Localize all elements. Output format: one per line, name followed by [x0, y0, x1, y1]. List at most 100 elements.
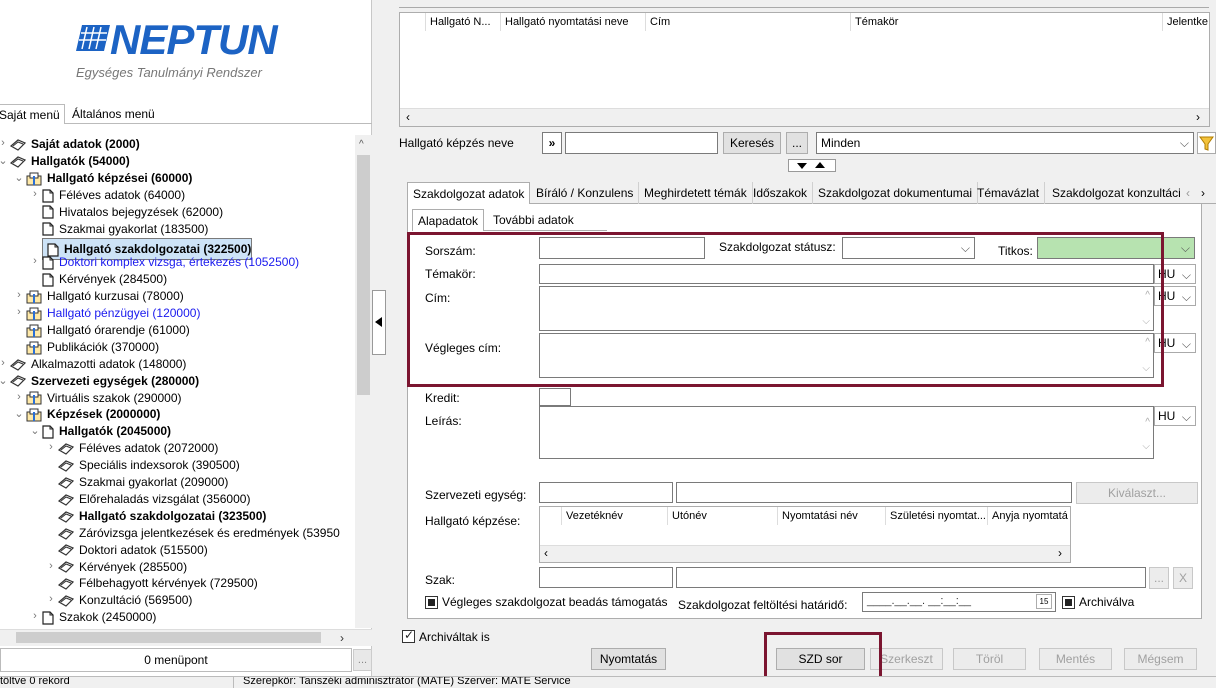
- description-lang-select[interactable]: HU ⌵: [1154, 406, 1196, 426]
- tree-item[interactable]: Szakmai gyakorlat (183500): [42, 222, 208, 237]
- scroll-left-icon[interactable]: ‹: [406, 110, 410, 124]
- search-dots-button[interactable]: ...: [786, 132, 808, 154]
- show-archived-checkbox[interactable]: [402, 628, 415, 643]
- tab-announced-topics[interactable]: Meghirdetett témák: [639, 182, 753, 204]
- collapse-chevron-icon[interactable]: ›: [30, 255, 40, 267]
- tab-outline[interactable]: Témavázlat: [972, 182, 1046, 204]
- scroll-right-icon[interactable]: ›: [1196, 110, 1200, 124]
- tree-item[interactable]: Előrehaladás vizsgálat (356000): [58, 492, 250, 507]
- subtab-basic-data[interactable]: Alapadatok: [412, 209, 485, 231]
- archived-checkbox[interactable]: [1062, 596, 1075, 609]
- tree-scroll-thumb[interactable]: [357, 155, 370, 395]
- calendar-icon[interactable]: 15: [1036, 594, 1052, 609]
- collapse-chevron-icon[interactable]: ›: [0, 357, 8, 369]
- tree-item[interactable]: Hallgató szakdolgozatai (323500): [58, 509, 266, 524]
- org-unit-code-input[interactable]: [539, 482, 673, 503]
- org-unit-name-input[interactable]: [676, 482, 1072, 503]
- delete-button[interactable]: Töröl: [953, 648, 1026, 670]
- tree-item[interactable]: Félbehagyott kérvények (729500): [58, 576, 258, 591]
- tree-item[interactable]: Féléves adatok (2072000): [58, 441, 218, 456]
- collapse-chevron-icon[interactable]: ›: [30, 188, 40, 200]
- tab-own-menu[interactable]: Saját menü: [0, 104, 65, 124]
- tab-thesis-data[interactable]: Szakdolgozat adatok: [407, 182, 531, 204]
- grid-hscrollbar[interactable]: ‹ ›: [400, 108, 1209, 126]
- collapse-chevron-icon[interactable]: ›: [46, 560, 56, 572]
- tree-item[interactable]: Szakok (2450000): [42, 610, 156, 625]
- tree-item[interactable]: Alkalmazotti adatok (148000): [10, 357, 186, 372]
- cancel-button[interactable]: Mégsem: [1124, 648, 1197, 670]
- tree-item[interactable]: Doktori komplex vizsga, értekezés (10525…: [42, 255, 299, 270]
- tab-scroll-left-icon[interactable]: ‹: [1186, 186, 1190, 200]
- tree-item[interactable]: Hallgató kurzusai (78000): [26, 289, 184, 304]
- collapse-toggle[interactable]: [788, 159, 836, 172]
- grid-header-topic[interactable]: Témakör: [851, 13, 1163, 31]
- save-button[interactable]: Mentés: [1039, 648, 1112, 670]
- select-button[interactable]: Kiválaszt...: [1076, 482, 1198, 504]
- tree-item[interactable]: Féléves adatok (64000): [42, 188, 185, 203]
- tree-item[interactable]: Speciális indexsorok (390500): [58, 458, 240, 473]
- filter-select[interactable]: Minden ⌵: [816, 132, 1194, 154]
- expand-chevron-icon[interactable]: ⌄: [14, 407, 24, 420]
- major-name-input[interactable]: [676, 567, 1146, 588]
- grid-header-student-n[interactable]: Hallgató N...: [426, 13, 501, 31]
- tab-scroll-right-icon[interactable]: ›: [1201, 186, 1205, 200]
- tree-hscroll-thumb[interactable]: [16, 632, 321, 643]
- tree-item[interactable]: Doktori adatok (515500): [58, 543, 208, 558]
- tree-item[interactable]: Képzések (2000000): [26, 407, 160, 422]
- tree-item[interactable]: Kérvények (284500): [42, 272, 167, 287]
- scroll-up-icon[interactable]: ^: [359, 139, 364, 150]
- subtab-more-data[interactable]: További adatok: [488, 209, 579, 231]
- funnel-icon[interactable]: [1197, 132, 1216, 154]
- tree-item[interactable]: Virtuális szakok (290000): [26, 391, 182, 406]
- major-dots-button[interactable]: ...: [1149, 567, 1169, 589]
- tree-item[interactable]: Szakmai gyakorlat (209000): [58, 475, 228, 490]
- upload-deadline-input[interactable]: ____.__.__. __:__:__: [862, 592, 1056, 612]
- search-arrow-button[interactable]: »: [542, 132, 562, 154]
- tree-item[interactable]: Záróvizsga jelentkezések és eredmények (…: [58, 526, 340, 541]
- scroll-left-icon[interactable]: ‹: [544, 546, 548, 560]
- credit-input[interactable]: [539, 388, 571, 406]
- scroll-right-icon[interactable]: ›: [340, 631, 344, 645]
- collapse-chevron-icon[interactable]: ›: [46, 441, 56, 453]
- tab-periods[interactable]: Időszakok: [748, 182, 814, 204]
- program-grid[interactable]: Vezetéknév Utónév Nyomtatási név Születé…: [539, 506, 1071, 563]
- tree-item[interactable]: Szervezeti egységek (280000): [10, 374, 199, 389]
- program-header-mother-name[interactable]: Anyja nyomtatá: [988, 507, 1070, 525]
- panel-splitter[interactable]: [372, 290, 386, 355]
- tree-item[interactable]: Kérvények (285500): [58, 560, 187, 575]
- description-textarea[interactable]: ^ ⌵: [539, 406, 1154, 459]
- expand-chevron-icon[interactable]: ⌄: [0, 154, 8, 167]
- tab-reviewer[interactable]: Bíráló / Konzulens: [531, 182, 640, 204]
- scroll-right-icon[interactable]: ›: [1058, 546, 1062, 560]
- collapse-chevron-icon[interactable]: ›: [14, 391, 24, 403]
- menu-dots-button[interactable]: ...: [353, 649, 372, 671]
- search-button[interactable]: Keresés: [723, 132, 781, 154]
- collapse-chevron-icon[interactable]: ›: [14, 306, 24, 318]
- expand-chevron-icon[interactable]: ⌄: [0, 374, 8, 387]
- tree-item[interactable]: Saját adatok (2000): [10, 137, 140, 152]
- tab-general-menu[interactable]: Általános menü: [68, 104, 159, 124]
- grid-header-print-name[interactable]: Hallgató nyomtatási neve: [501, 13, 646, 31]
- tree-item[interactable]: Publikációk (370000): [26, 340, 159, 355]
- expand-chevron-icon[interactable]: ⌄: [30, 424, 40, 437]
- print-button[interactable]: Nyomtatás: [591, 648, 666, 670]
- program-header-lastname[interactable]: Vezetéknév: [562, 507, 668, 525]
- tab-consultation[interactable]: Szakdolgozat konzultáci: [1047, 182, 1187, 204]
- major-clear-button[interactable]: X: [1173, 567, 1193, 589]
- tree-item[interactable]: Hallgatók (54000): [10, 154, 130, 169]
- tab-thesis-documents[interactable]: Szakdolgozat dokumentumai: [813, 182, 979, 204]
- tree-item[interactable]: Hallgató pénzügyei (120000): [26, 306, 200, 321]
- tree-item[interactable]: Konzultáció (569500): [58, 593, 192, 608]
- grid-header-title[interactable]: Cím: [646, 13, 851, 31]
- tree-item[interactable]: Hallgató órarendje (61000): [26, 323, 190, 338]
- program-header-birth-name[interactable]: Születési nyomtat...: [886, 507, 988, 525]
- collapse-chevron-icon[interactable]: ›: [46, 593, 56, 605]
- expand-chevron-icon[interactable]: ⌄: [14, 171, 24, 184]
- program-hscrollbar[interactable]: ‹ ›: [540, 545, 1070, 562]
- program-header-firstname[interactable]: Utónév: [668, 507, 778, 525]
- collapse-chevron-icon[interactable]: ›: [14, 289, 24, 301]
- collapse-chevron-icon[interactable]: ›: [30, 610, 40, 622]
- final-submission-checkbox[interactable]: [425, 596, 438, 609]
- tree-item[interactable]: Hallgatók (2045000): [42, 424, 171, 439]
- collapse-chevron-icon[interactable]: ›: [0, 137, 8, 149]
